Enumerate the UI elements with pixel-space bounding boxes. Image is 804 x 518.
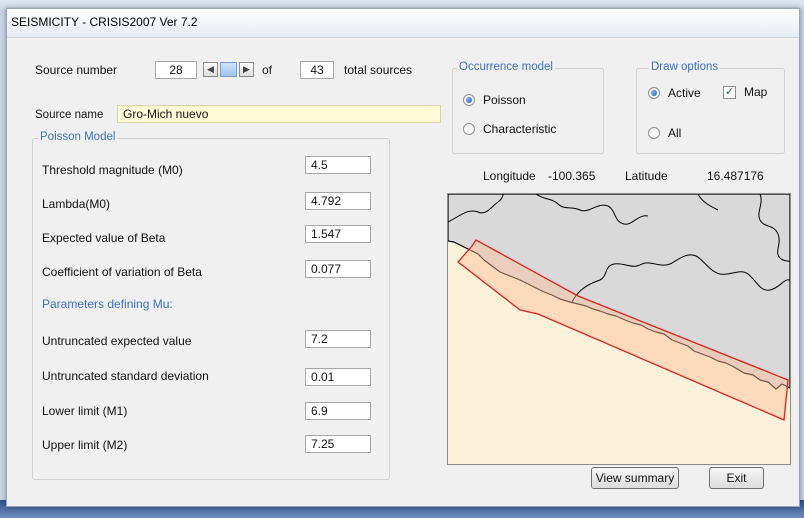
- draw-all-label: All: [668, 126, 682, 140]
- previous-source-button[interactable]: ◀: [203, 62, 218, 77]
- threshold-magnitude-label: Threshold magnitude (M0): [42, 163, 183, 177]
- draw-active-radio[interactable]: [648, 87, 660, 99]
- map-checkbox[interactable]: ✓: [723, 86, 736, 99]
- poisson-model-title: Poisson Model: [38, 131, 118, 143]
- draw-options-group: [636, 68, 785, 154]
- expected-beta-field[interactable]: 1.547: [305, 225, 371, 243]
- longitude-label: Longitude: [483, 169, 536, 183]
- coefficient-beta-field[interactable]: 0.077: [305, 260, 371, 278]
- longitude-value: -100.365: [548, 169, 596, 183]
- draw-options-title: Draw options: [649, 61, 721, 73]
- seismicity-dialog: SEISMICITY - CRISIS2007 Ver 7.2 Source n…: [6, 8, 800, 507]
- title-bar[interactable]: SEISMICITY - CRISIS2007 Ver 7.2: [7, 9, 799, 38]
- total-sources-field: 43: [300, 61, 334, 79]
- occurrence-model-group: [452, 68, 604, 154]
- coefficient-beta-label: Coefficient of variation of Beta: [42, 265, 202, 279]
- chevron-right-icon: ▶: [243, 64, 250, 74]
- upper-limit-label: Upper limit (M2): [42, 438, 128, 452]
- map-checkbox-label: Map: [744, 85, 768, 99]
- latitude-value: 16.487176: [707, 169, 764, 183]
- expected-beta-label: Expected value of Beta: [42, 231, 166, 245]
- poisson-radio[interactable]: [463, 94, 475, 106]
- source-name-label: Source name: [35, 109, 104, 121]
- untruncated-stddev-field[interactable]: 0.01: [305, 368, 371, 386]
- of-label: of: [262, 63, 273, 77]
- untruncated-expected-label: Untruncated expected value: [42, 334, 192, 348]
- draw-all-radio[interactable]: [648, 127, 660, 139]
- lower-limit-field[interactable]: 6.9: [305, 402, 371, 420]
- chevron-left-icon: ◀: [207, 64, 214, 74]
- untruncated-expected-field[interactable]: 7.2: [305, 330, 371, 348]
- checkmark-icon: ✓: [724, 86, 735, 98]
- map-canvas: [448, 194, 790, 421]
- poisson-radio-label: Poisson: [483, 93, 526, 107]
- lambda-label: Lambda(M0): [42, 197, 111, 211]
- source-scroll-thumb[interactable]: [220, 62, 237, 77]
- latitude-label: Latitude: [625, 169, 668, 183]
- source-number-label: Source number: [35, 63, 118, 77]
- characteristic-radio[interactable]: [463, 123, 475, 135]
- threshold-magnitude-field[interactable]: 4.5: [305, 156, 371, 174]
- upper-limit-field[interactable]: 7.25: [305, 435, 371, 453]
- window-title: SEISMICITY - CRISIS2007 Ver 7.2: [11, 15, 198, 29]
- mu-parameters-heading: Parameters defining Mu:: [42, 297, 173, 311]
- exit-button[interactable]: Exit: [709, 467, 764, 489]
- characteristic-radio-label: Characteristic: [483, 122, 557, 136]
- untruncated-stddev-label: Untruncated standard deviation: [42, 369, 209, 383]
- occurrence-model-title: Occurrence model: [457, 61, 555, 73]
- source-name-field[interactable]: Gro-Mich nuevo: [117, 105, 441, 123]
- next-source-button[interactable]: ▶: [239, 62, 254, 77]
- source-number-field[interactable]: 28: [155, 61, 197, 79]
- total-sources-label: total sources: [344, 63, 413, 77]
- lower-limit-label: Lower limit (M1): [42, 404, 128, 418]
- lambda-field[interactable]: 4.792: [305, 192, 371, 210]
- view-summary-button[interactable]: View summary: [591, 467, 679, 489]
- draw-active-label: Active: [668, 86, 701, 100]
- source-map[interactable]: [447, 193, 791, 465]
